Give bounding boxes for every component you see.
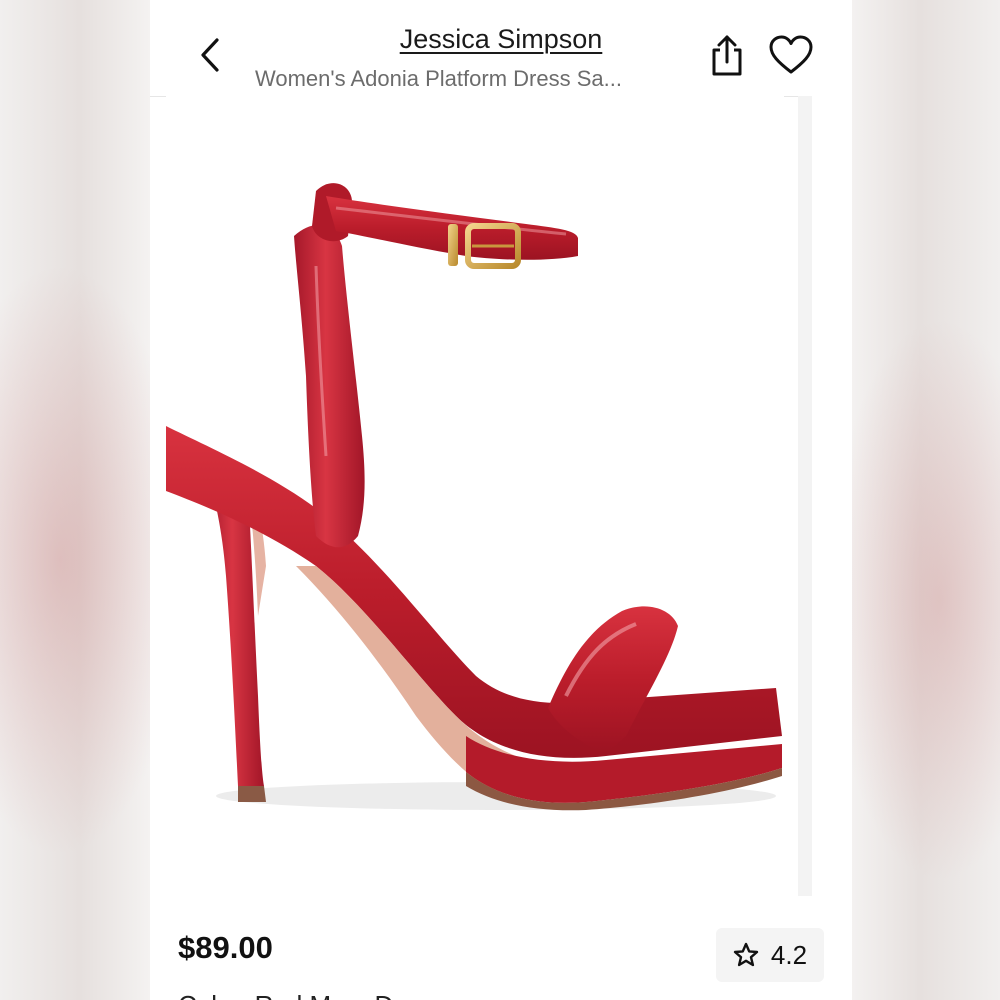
rating-badge[interactable]: 4.2 — [716, 928, 824, 982]
heart-icon — [769, 35, 813, 74]
rating-value: 4.2 — [770, 939, 808, 970]
brand-link[interactable]: Jessica Simpson — [150, 24, 852, 55]
top-nav-bar: Jessica Simpson Women's Adonia Platform … — [150, 0, 852, 97]
star-icon — [733, 942, 759, 967]
next-image-peek[interactable] — [798, 96, 852, 896]
sandal-illustration — [166, 183, 782, 811]
color-label: Color: Red Mary D... — [178, 990, 415, 1000]
product-title: Women's Adonia Platform Dress Sa... — [255, 66, 622, 91]
product-price: $89.00 — [178, 930, 273, 965]
favorite-button[interactable] — [768, 34, 814, 76]
share-button[interactable] — [708, 34, 746, 78]
product-image[interactable] — [166, 96, 784, 896]
share-icon — [712, 35, 742, 76]
product-page: Jessica Simpson Women's Adonia Platform … — [150, 0, 852, 1000]
